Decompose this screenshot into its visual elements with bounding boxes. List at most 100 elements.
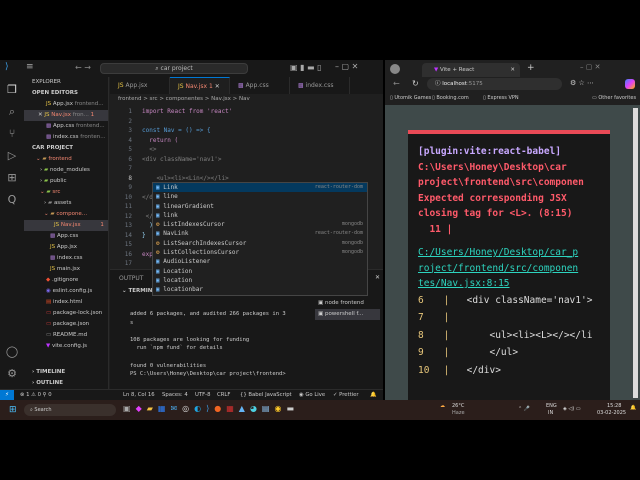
tree-folder[interactable]: › ▰ node_modules: [24, 165, 108, 176]
tree-folder[interactable]: ⌄ ▰ frontend: [24, 154, 108, 165]
clock-date[interactable]: 03-02-2025: [597, 410, 626, 416]
tab-index-css[interactable]: ▩ index.css: [290, 77, 350, 94]
autocomplete-item[interactable]: ⚙ ListIndexesCursor mongodb: [153, 220, 367, 229]
autocomplete-item[interactable]: ▣ location: [153, 276, 367, 285]
indent[interactable]: Spaces: 4: [162, 390, 188, 400]
tray-icons[interactable]: ⌃ 🎤: [518, 406, 530, 412]
timeline-header[interactable]: › TIMELINE: [24, 367, 65, 378]
account-icon[interactable]: ◯: [5, 345, 19, 359]
notifications-icon[interactable]: 🔔: [370, 390, 377, 400]
new-tab-button[interactable]: +: [527, 63, 535, 73]
tree-folder[interactable]: ⌄ ▰ compone...: [24, 209, 108, 220]
terminal-node[interactable]: ▣ node frontend: [315, 298, 380, 309]
code-line[interactable]: 5 <>: [110, 145, 383, 155]
tree-file[interactable]: ▭ README.md: [24, 330, 108, 341]
weather-icon[interactable]: ☁: [440, 403, 445, 409]
open-editors-header[interactable]: OPEN EDITORS: [24, 88, 108, 99]
problems-count[interactable]: ⊗ 1 ⚠ 0 ⚲ 0: [20, 390, 52, 400]
autocomplete-item[interactable]: ▣ line: [153, 192, 367, 201]
window-controls[interactable]: – ▢ ✕: [335, 62, 358, 71]
terminal-powershell[interactable]: ▣ powershell f...: [315, 309, 380, 320]
go-live[interactable]: ◉ Go Live: [299, 390, 325, 400]
tree-file[interactable]: JS main.jsx: [24, 264, 108, 275]
prettier[interactable]: ✓ Prettier: [333, 390, 359, 400]
tab-output[interactable]: OUTPUT: [119, 275, 143, 282]
tree-file[interactable]: ◉ eslint.config.js: [24, 286, 108, 297]
breadcrumb[interactable]: frontend > src > componentes > Nav.jsx >…: [118, 96, 250, 106]
outline-header[interactable]: › OUTLINE: [24, 378, 63, 389]
cursor-position[interactable]: Ln 8, Col 16: [123, 390, 155, 400]
notification-bell-icon[interactable]: 🔔: [630, 405, 636, 411]
copilot-icon[interactable]: [625, 79, 635, 89]
refresh-icon[interactable]: ↻: [412, 79, 419, 88]
extensions-icon[interactable]: ⊞: [5, 171, 19, 185]
scrollbar[interactable]: [633, 108, 638, 398]
project-header[interactable]: CAR PROJECT: [24, 143, 108, 154]
bookmark[interactable]: ▯ Booking.com: [432, 95, 469, 101]
source-control-icon[interactable]: ⑂: [5, 127, 19, 141]
tree-file[interactable]: ◆ .gitignore: [24, 275, 108, 286]
back-icon[interactable]: ←: [393, 79, 400, 88]
tree-file[interactable]: ▼ vite.config.js: [24, 341, 108, 352]
autocomplete-item[interactable]: ▣ link: [153, 211, 367, 220]
run-debug-icon[interactable]: ▷: [5, 149, 19, 163]
autocomplete-item[interactable]: ▣ locationbar: [153, 285, 367, 294]
tree-file[interactable]: ▩ App.css: [24, 231, 108, 242]
autocomplete-item[interactable]: ▣ Location: [153, 267, 367, 276]
search-icon[interactable]: ⌕: [5, 105, 19, 119]
tab-app-css[interactable]: ▩ App.css: [230, 77, 290, 94]
code-line[interactable]: 7: [110, 164, 383, 174]
tree-file[interactable]: JS App.jsx: [24, 242, 108, 253]
window-controls[interactable]: – ▢ ✕: [580, 63, 600, 71]
eol[interactable]: CRLF: [217, 390, 230, 400]
tree-file[interactable]: ▭ package-lock.json: [24, 308, 108, 319]
pinned-apps[interactable]: ▣◆▰▦✉◎◐⟩●▦▲◕▤◉▬: [123, 404, 299, 413]
bookmark[interactable]: ▯ Utomik Games: [390, 95, 431, 101]
bookmark[interactable]: ▯ Express VPN: [483, 95, 519, 101]
profile-avatar[interactable]: [390, 64, 400, 74]
settings-gear-icon[interactable]: ⚙: [5, 367, 19, 381]
tree-folder[interactable]: › ▰ assets: [24, 198, 108, 209]
tree-file[interactable]: ▩ index.css: [24, 253, 108, 264]
autocomplete-item[interactable]: ⚙ ListSearchIndexesCursor mongodb: [153, 239, 367, 248]
code-line[interactable]: 3 const Nav = () => {: [110, 126, 383, 136]
open-editor-item[interactable]: ▩ index.css fronten...: [24, 132, 108, 143]
remote-icon[interactable]: ⚡: [0, 390, 14, 400]
tree-file[interactable]: ▭ package.json: [24, 319, 108, 330]
explorer-icon[interactable]: ❐: [5, 83, 19, 97]
weather-temp[interactable]: 26°C: [452, 403, 464, 409]
tree-folder[interactable]: › ▰ public: [24, 176, 108, 187]
tree-file[interactable]: JS Nav.jsx 1: [24, 220, 108, 231]
language-2[interactable]: IN: [548, 410, 553, 416]
toolbar-icons[interactable]: ⚙ ☆ ⋯: [570, 79, 594, 87]
start-icon[interactable]: ⊞: [9, 405, 17, 415]
autocomplete-item[interactable]: ▣ linearGradient: [153, 202, 367, 211]
taskbar-search[interactable]: ⌕ Search: [24, 404, 116, 416]
open-editor-item[interactable]: ✕ JS Nav.jsx fron... 1: [24, 110, 108, 121]
address-bar[interactable]: ⓘ localhost:5175: [427, 78, 562, 90]
terminal-output[interactable]: added 6 packages, and audited 266 packag…: [130, 310, 286, 379]
tree-folder[interactable]: ⌄ ▰ src: [24, 187, 108, 198]
language-1[interactable]: ENG: [546, 403, 557, 409]
other-favorites[interactable]: ▭ Other favorites: [592, 95, 636, 101]
autocomplete-item[interactable]: ▣ AudioListener: [153, 257, 367, 266]
code-line[interactable]: 6 <div className='nav1'>: [110, 155, 383, 165]
encoding[interactable]: UTF-8: [195, 390, 210, 400]
code-line[interactable]: 4 return (: [110, 136, 383, 146]
weather-text[interactable]: Haze: [452, 410, 465, 416]
code-line[interactable]: 2: [110, 117, 383, 127]
open-editor-item[interactable]: JS App.jsx frontend...: [24, 99, 108, 110]
menu-icon[interactable]: ≡: [26, 62, 34, 72]
language-mode[interactable]: {} Babel JavaScript: [240, 390, 292, 400]
tab-app-jsx[interactable]: JS App.jsx: [110, 77, 170, 94]
network-sound-battery-icons[interactable]: ◈ ◁) ▭: [563, 406, 581, 412]
tree-file[interactable]: ▤ index.html: [24, 297, 108, 308]
close-panel-icon[interactable]: ✕: [375, 274, 380, 281]
tab-nav-jsx[interactable]: JS Nav.jsx 1 ✕: [170, 77, 230, 94]
code-line[interactable]: 1 import React from 'react': [110, 107, 383, 117]
autocomplete-item[interactable]: ▣ NavLink react-router-dom: [153, 229, 367, 238]
browser-tab[interactable]: ▼ Vite + React ✕: [422, 63, 520, 77]
back-icon[interactable]: ← →: [75, 63, 91, 72]
command-search[interactable]: ⌕ car project: [100, 63, 248, 74]
clock-time[interactable]: 15:28: [607, 403, 621, 409]
